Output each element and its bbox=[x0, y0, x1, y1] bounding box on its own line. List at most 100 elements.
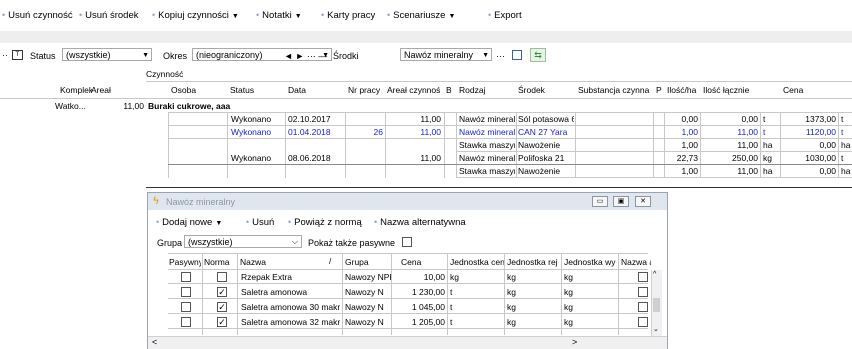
col-header-nazwa[interactable]: Nazwa bbox=[240, 257, 280, 267]
alt-name-checkbox[interactable] bbox=[638, 287, 648, 297]
scroll-right-icon[interactable]: > bbox=[572, 337, 577, 347]
row-line bbox=[168, 283, 648, 284]
norm-checkbox[interactable]: ✓ bbox=[217, 287, 227, 297]
agent-cell: Nawożenie bbox=[518, 166, 561, 176]
period-navigation[interactable]: ◄ ► ··· — bbox=[284, 51, 327, 61]
col-header-b[interactable]: B bbox=[446, 85, 454, 95]
grid-vline bbox=[345, 112, 346, 178]
grid-vline bbox=[285, 112, 286, 178]
col-header-ilosc-lacznie[interactable]: Ilość łącznie bbox=[703, 85, 763, 95]
dialog-title-bar[interactable]: ϟ Nawóz mineralny ▭ ▣ ✕ bbox=[148, 193, 667, 210]
areal-cell: 11,00 bbox=[420, 114, 441, 124]
group-cell: Nawozy N bbox=[345, 302, 384, 312]
add-new-button[interactable]: • Dodaj nowe ▼ bbox=[156, 217, 222, 228]
alt-name-checkbox[interactable] bbox=[638, 317, 648, 327]
areal-cell[interactable]: 11,00 bbox=[96, 100, 144, 112]
kompleks-cell[interactable]: Watko... bbox=[55, 100, 93, 112]
qty-ha-cell: 0,00 bbox=[681, 114, 698, 124]
price-cell: 0,00 bbox=[819, 166, 836, 176]
col-header-substancja[interactable]: Substancja czynna bbox=[578, 85, 650, 95]
copy-activities-button[interactable]: • Kopiuj czynności ▼ bbox=[152, 10, 239, 21]
qty-total-cell: 11,00 bbox=[737, 166, 758, 176]
alt-name-checkbox[interactable] bbox=[638, 302, 648, 312]
passive-checkbox[interactable] bbox=[181, 272, 191, 282]
status-select[interactable]: (wszystkie) ▼ bbox=[62, 48, 152, 61]
col-header-rodzaj[interactable]: Rodzaj bbox=[459, 85, 509, 95]
col-header-cena[interactable]: Cena bbox=[401, 257, 441, 267]
add-agent-icon[interactable] bbox=[512, 50, 522, 60]
type-cell: Nawóz mineralr bbox=[459, 114, 515, 124]
col-header-osoba[interactable]: Osoba bbox=[171, 85, 221, 95]
grid-vline bbox=[618, 253, 619, 335]
col-header-norma[interactable]: Norma bbox=[204, 257, 234, 267]
work-cards-button[interactable]: • Karty pracy bbox=[321, 10, 375, 21]
refresh-icon[interactable]: ⇆ bbox=[530, 48, 546, 62]
chevron-down-icon: ▼ bbox=[482, 52, 489, 59]
grid-vline bbox=[664, 112, 665, 178]
filter-bar: ·· T Status (wszystkie) ▼ Okres (nieogran… bbox=[0, 44, 852, 66]
group-cell: Nawozy N bbox=[345, 317, 384, 327]
filter-toggle-icon[interactable]: T bbox=[12, 50, 23, 60]
col-header-nazwa-alt[interactable]: Nazwa alte bbox=[621, 257, 651, 267]
grid-vline bbox=[700, 112, 701, 178]
close-button[interactable]: ✕ bbox=[635, 196, 651, 207]
link-norm-button[interactable]: • Powiąż z normą bbox=[288, 217, 362, 228]
more-icon[interactable]: ··· bbox=[496, 51, 505, 61]
horizontal-scrollbar[interactable]: < > bbox=[148, 336, 667, 349]
delete-button[interactable]: • Usuń bbox=[246, 217, 274, 228]
col-header-jedn-rej[interactable]: Jednostka rej bbox=[507, 257, 563, 267]
price-unit-cell: t bbox=[841, 127, 844, 137]
bullet-icon: • bbox=[256, 10, 260, 20]
register-unit-cell: kg bbox=[507, 317, 516, 327]
price-unit-cell: t bbox=[450, 302, 453, 312]
col-header-nr-pracy[interactable]: Nr pracy bbox=[348, 85, 386, 95]
col-header-areal-czynnosci[interactable]: Areał czynnoś bbox=[387, 85, 443, 95]
delete-activity-button[interactable]: • Usuń czynność bbox=[2, 10, 73, 21]
col-header-ilosc-ha[interactable]: Ilość/ha bbox=[667, 85, 701, 95]
passive-checkbox[interactable] bbox=[181, 317, 191, 327]
alt-name-button[interactable]: • Nazwa alternatywna bbox=[374, 217, 466, 228]
scroll-thumb[interactable] bbox=[653, 298, 660, 312]
scroll-left-icon[interactable]: < bbox=[152, 337, 157, 347]
minimize-button[interactable]: ▭ bbox=[592, 196, 608, 207]
col-header-cena[interactable]: Cena bbox=[783, 85, 823, 95]
price-cell: 1 230,00 bbox=[411, 287, 445, 297]
delete-agent-button[interactable]: • Usuń środek bbox=[79, 10, 139, 21]
col-header-srodek[interactable]: Środek bbox=[518, 85, 568, 95]
col-header-data[interactable]: Data bbox=[288, 85, 338, 95]
col-header-status[interactable]: Status bbox=[230, 85, 280, 95]
main-toolbar: • Usuń czynność • Usuń środek • Kopiuj czyn… bbox=[0, 0, 852, 30]
maximize-button[interactable]: ▣ bbox=[613, 196, 629, 207]
norm-checkbox[interactable]: ✓ bbox=[217, 302, 227, 312]
col-header-pasywny[interactable]: Pasywny bbox=[169, 257, 201, 267]
bullet-icon: • bbox=[152, 10, 156, 20]
col-header-kompleks[interactable]: Kompleks bbox=[60, 85, 92, 95]
group-select[interactable]: (wszystkie) ⌵ bbox=[184, 235, 302, 248]
checkmark-icon: ✓ bbox=[218, 317, 226, 327]
scenarios-button[interactable]: • Scenariusze ▼ bbox=[387, 10, 455, 21]
col-header-grupa[interactable]: Grupa bbox=[345, 257, 385, 267]
header-bottom-line bbox=[0, 98, 852, 99]
col-header-jedn-wy[interactable]: Jednostka wy bbox=[564, 257, 620, 267]
chevron-down-icon: ⌵ bbox=[291, 237, 298, 246]
bullet-icon: • bbox=[387, 10, 391, 20]
col-header-jedn-cen[interactable]: Jednostka cen bbox=[450, 257, 506, 267]
scroll-down-icon[interactable]: ⌄ bbox=[653, 325, 659, 333]
export-button[interactable]: • Export bbox=[488, 10, 522, 21]
alt-name-checkbox[interactable] bbox=[638, 272, 648, 282]
agents-select[interactable]: Nawóz mineralny ▼ bbox=[400, 48, 492, 61]
price-unit-cell: kg bbox=[450, 272, 459, 282]
passive-checkbox[interactable] bbox=[181, 287, 191, 297]
grid-vline bbox=[780, 112, 781, 178]
col-header-areal[interactable]: Areał bbox=[91, 85, 131, 95]
col-header-p[interactable]: P bbox=[656, 85, 664, 95]
passive-checkbox[interactable] bbox=[181, 302, 191, 312]
norm-checkbox[interactable]: ✓ bbox=[217, 317, 227, 327]
vertical-scrollbar[interactable]: ^ ⌄ bbox=[651, 270, 662, 336]
scroll-up-icon[interactable]: ^ bbox=[653, 271, 656, 278]
agent-cell: Polifoska 21 bbox=[518, 153, 565, 163]
name-cell: Rzepak Extra bbox=[241, 272, 293, 282]
norm-checkbox[interactable] bbox=[217, 272, 227, 282]
notes-button[interactable]: • Notatki ▼ bbox=[256, 10, 302, 21]
show-passive-checkbox[interactable] bbox=[402, 237, 412, 247]
